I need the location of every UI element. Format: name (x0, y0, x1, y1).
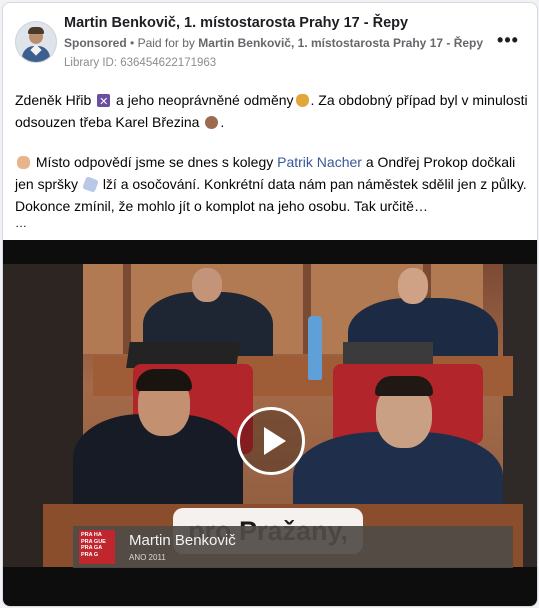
page-name[interactable]: Martin Benkovič, 1. místostarosta Prahy … (64, 15, 408, 31)
bear-icon (205, 116, 219, 129)
ad-post-card: Martin Benkovič, 1. místostarosta Prahy … (2, 2, 538, 607)
x-flag-icon (97, 91, 111, 113)
speaker-lower-third: PRA HA PRA GUE PRA GA PRA G Martin Benko… (73, 526, 513, 568)
avatar[interactable] (15, 21, 57, 63)
see-more-ellipsis[interactable]: … (15, 217, 529, 229)
play-icon[interactable] (237, 407, 305, 475)
more-options-button[interactable]: ••• (495, 31, 521, 53)
post-header: Martin Benkovič, 1. místostarosta Prahy … (3, 3, 537, 75)
paragraph-1: Zdeněk Hřib a jeho neoprávněné odměny. Z… (15, 89, 529, 133)
sparkles-icon (82, 176, 99, 193)
paid-for-prefix: Paid for by (137, 36, 195, 50)
paragraph-2: Místo odpovědí jsme se dnes s kolegy Pat… (15, 154, 527, 214)
money-bag-icon (295, 94, 309, 107)
video-player[interactable]: pro Pražany, PRA HA PRA GUE PRA GA PRA G… (3, 240, 537, 606)
speaker-name: Martin Benkovič (129, 532, 236, 549)
speaker-party: ANO 2011 (129, 553, 166, 562)
post-text: Zdeněk Hřib a jeho neoprávněné odměny. Z… (15, 89, 529, 229)
video-frame: pro Pražany, (3, 264, 537, 567)
library-id: Library ID: 636454622171963 (64, 57, 217, 69)
sponsored-label: Sponsored (64, 36, 127, 50)
pointing-hand-icon (17, 156, 30, 169)
prague-logo: PRA HA PRA GUE PRA GA PRA G (79, 530, 115, 564)
tag-link-patrik-nacher[interactable]: Patrik Nacher (277, 154, 362, 170)
sponsored-meta: Sponsored • Paid for by Martin Benkovič,… (64, 36, 484, 50)
paid-for-name[interactable]: Martin Benkovič, 1. místostarosta Prahy … (198, 36, 483, 50)
